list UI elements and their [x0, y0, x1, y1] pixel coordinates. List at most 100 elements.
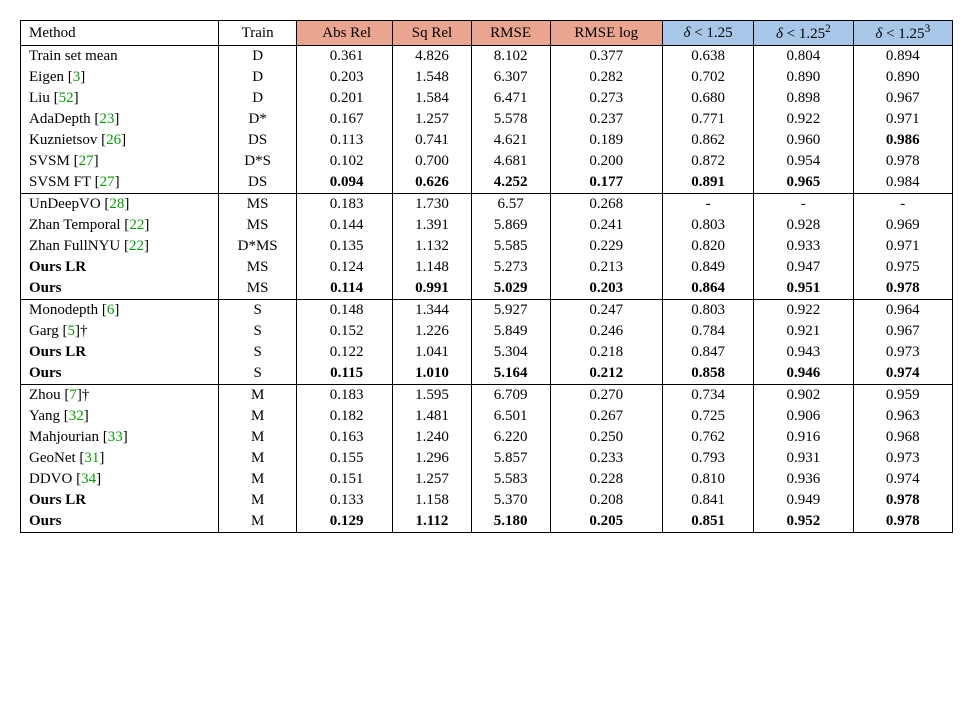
table-row: Zhan Temporal [22]MS0.1441.3915.8690.241…: [21, 215, 953, 236]
cell-d2: 0.928: [754, 215, 853, 236]
cell-train: D*S: [219, 151, 297, 172]
cell-d2: 0.898: [754, 88, 853, 109]
cell-d1: 0.810: [663, 469, 754, 490]
citation-link[interactable]: 31: [84, 450, 99, 466]
table-row: Liu [52]D0.2011.5846.4710.2730.6800.8980…: [21, 88, 953, 109]
cell-train: M: [219, 448, 297, 469]
cell-d3: 0.890: [853, 67, 952, 88]
cell-d1: 0.864: [663, 278, 754, 300]
cell-d3: 0.967: [853, 88, 952, 109]
cell-d2: 0.954: [754, 151, 853, 172]
cell-train: DS: [219, 172, 297, 194]
cell-d1: 0.725: [663, 406, 754, 427]
cell-d1: 0.803: [663, 300, 754, 322]
citation-link[interactable]: 22: [129, 217, 144, 233]
table-row: OursM0.1291.1125.1800.2050.8510.9520.978: [21, 511, 953, 533]
citation-link[interactable]: 5: [67, 323, 75, 339]
cell-d2: 0.936: [754, 469, 853, 490]
cell-rmse_log: 0.247: [550, 300, 662, 322]
cell-rmse_log: 0.250: [550, 427, 662, 448]
cell-sq_rel: 1.226: [393, 321, 471, 342]
citation-link[interactable]: 33: [108, 429, 123, 445]
col-sq-rel: Sq Rel: [393, 21, 471, 46]
cell-rmse_log: 0.205: [550, 511, 662, 533]
cell-rmse: 5.849: [471, 321, 550, 342]
cell-d3: 0.964: [853, 300, 952, 322]
cell-d1: 0.702: [663, 67, 754, 88]
cell-sq_rel: 1.548: [393, 67, 471, 88]
cell-method: AdaDepth [23]: [21, 109, 219, 130]
citation-link[interactable]: 7: [69, 387, 77, 403]
cell-d1: 0.820: [663, 236, 754, 257]
citation-link[interactable]: 34: [81, 471, 96, 487]
cell-d2: 0.947: [754, 257, 853, 278]
citation-link[interactable]: 6: [107, 302, 115, 318]
cell-sq_rel: 4.826: [393, 46, 471, 68]
cell-rmse_log: 0.241: [550, 215, 662, 236]
cell-abs_rel: 0.115: [296, 363, 392, 385]
cell-d3: 0.971: [853, 236, 952, 257]
citation-link[interactable]: 27: [100, 174, 115, 190]
cell-method: UnDeepVO [28]: [21, 194, 219, 216]
cell-rmse_log: 0.218: [550, 342, 662, 363]
table-row: Garg [5]†S0.1521.2265.8490.2460.7840.921…: [21, 321, 953, 342]
cell-train: DS: [219, 130, 297, 151]
cell-rmse: 4.621: [471, 130, 550, 151]
cell-abs_rel: 0.122: [296, 342, 392, 363]
cell-d3: 0.986: [853, 130, 952, 151]
cell-rmse_log: 0.267: [550, 406, 662, 427]
cell-train: S: [219, 363, 297, 385]
cell-train: MS: [219, 194, 297, 216]
cell-rmse: 6.501: [471, 406, 550, 427]
cell-sq_rel: 1.257: [393, 109, 471, 130]
cell-d3: 0.971: [853, 109, 952, 130]
cell-train: D: [219, 46, 297, 68]
cell-sq_rel: 1.132: [393, 236, 471, 257]
cell-abs_rel: 0.135: [296, 236, 392, 257]
citation-link[interactable]: 28: [109, 196, 124, 212]
citation-link[interactable]: 22: [129, 238, 144, 254]
col-method: Method: [21, 21, 219, 46]
cell-rmse: 5.869: [471, 215, 550, 236]
cell-d1: 0.680: [663, 88, 754, 109]
citation-link[interactable]: 3: [73, 69, 81, 85]
cell-abs_rel: 0.155: [296, 448, 392, 469]
table-row: Yang [32]M0.1821.4816.5010.2670.7250.906…: [21, 406, 953, 427]
citation-link[interactable]: 27: [79, 153, 94, 169]
cell-d3: 0.978: [853, 151, 952, 172]
citation-link[interactable]: 52: [59, 90, 74, 106]
cell-d3: 0.959: [853, 385, 952, 407]
citation-link[interactable]: 32: [69, 408, 84, 424]
cell-method: Eigen [3]: [21, 67, 219, 88]
table-row: OursMS0.1140.9915.0290.2030.8640.9510.97…: [21, 278, 953, 300]
cell-rmse_log: 0.237: [550, 109, 662, 130]
cell-method: Ours: [21, 511, 219, 533]
table-row: Zhan FullNYU [22]D*MS0.1351.1325.5850.22…: [21, 236, 953, 257]
cell-d2: 0.922: [754, 300, 853, 322]
cell-train: MS: [219, 278, 297, 300]
col-delta-1: δ < 1.25: [663, 21, 754, 46]
citation-link[interactable]: 23: [99, 111, 114, 127]
cell-rmse: 5.180: [471, 511, 550, 533]
cell-train: D*MS: [219, 236, 297, 257]
cell-d2: -: [754, 194, 853, 216]
table-row: Monodepth [6]S0.1481.3445.9270.2470.8030…: [21, 300, 953, 322]
table-row: Ours LRS0.1221.0415.3040.2180.8470.9430.…: [21, 342, 953, 363]
cell-sq_rel: 1.148: [393, 257, 471, 278]
cell-method: GeoNet [31]: [21, 448, 219, 469]
table-row: OursS0.1151.0105.1640.2120.8580.9460.974: [21, 363, 953, 385]
cell-rmse: 6.709: [471, 385, 550, 407]
cell-rmse_log: 0.203: [550, 278, 662, 300]
cell-rmse_log: 0.212: [550, 363, 662, 385]
cell-method: Zhan Temporal [22]: [21, 215, 219, 236]
cell-d2: 0.906: [754, 406, 853, 427]
cell-rmse: 6.471: [471, 88, 550, 109]
cell-abs_rel: 0.201: [296, 88, 392, 109]
cell-d2: 0.902: [754, 385, 853, 407]
cell-train: M: [219, 490, 297, 511]
cell-abs_rel: 0.151: [296, 469, 392, 490]
citation-link[interactable]: 26: [106, 132, 121, 148]
col-rmse-log: RMSE log: [550, 21, 662, 46]
cell-train: D*: [219, 109, 297, 130]
cell-rmse_log: 0.282: [550, 67, 662, 88]
